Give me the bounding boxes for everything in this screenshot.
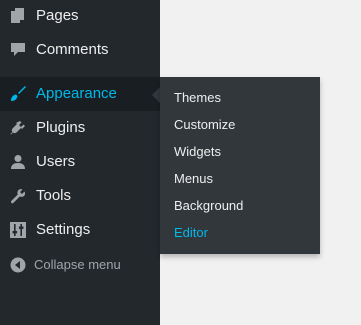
menu-item-settings[interactable]: Settings bbox=[0, 213, 160, 247]
wrench-icon bbox=[9, 187, 27, 205]
menu-label: Settings bbox=[36, 221, 91, 238]
appearance-submenu: Themes Customize Widgets Menus Backgroun… bbox=[160, 77, 320, 254]
admin-sidebar: Pages Comments Appearance Plugins Users … bbox=[0, 0, 160, 325]
plug-icon bbox=[9, 119, 27, 137]
menu-label: Plugins bbox=[36, 119, 86, 136]
menu-label: Pages bbox=[36, 7, 79, 24]
menu-label: Tools bbox=[36, 187, 72, 204]
submenu-item-themes[interactable]: Themes bbox=[174, 90, 221, 106]
paintbrush-icon bbox=[9, 85, 27, 103]
pages-icon bbox=[9, 7, 27, 25]
submenu-item-menus[interactable]: Menus bbox=[174, 171, 213, 187]
submenu-pointer bbox=[152, 87, 160, 103]
menu-item-users[interactable]: Users bbox=[0, 145, 160, 179]
menu-label: Users bbox=[36, 153, 76, 170]
menu-item-pages[interactable]: Pages bbox=[0, 0, 160, 33]
comment-icon bbox=[9, 41, 27, 59]
menu-item-appearance[interactable]: Appearance bbox=[0, 77, 160, 111]
submenu-item-editor[interactable]: Editor bbox=[174, 225, 208, 241]
submenu-item-widgets[interactable]: Widgets bbox=[174, 144, 221, 160]
user-icon bbox=[9, 153, 27, 171]
submenu-item-customize[interactable]: Customize bbox=[174, 117, 235, 133]
menu-item-plugins[interactable]: Plugins bbox=[0, 111, 160, 145]
menu-item-comments[interactable]: Comments bbox=[0, 33, 160, 67]
collapse-arrow-icon bbox=[9, 256, 27, 274]
sliders-icon bbox=[9, 221, 27, 239]
collapse-menu-label: Collapse menu bbox=[34, 257, 121, 272]
menu-label: Appearance bbox=[36, 85, 117, 102]
collapse-menu-button[interactable]: Collapse menu bbox=[0, 248, 160, 282]
submenu-item-background[interactable]: Background bbox=[174, 198, 243, 214]
menu-label: Comments bbox=[36, 41, 109, 58]
menu-item-tools[interactable]: Tools bbox=[0, 179, 160, 213]
